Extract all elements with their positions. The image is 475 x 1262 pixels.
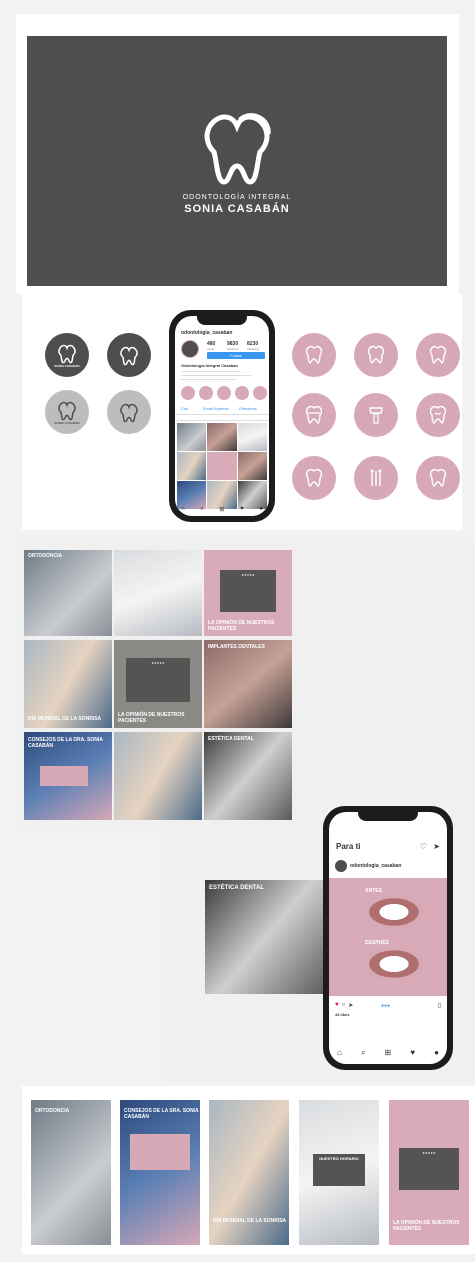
tooth-logo-icon: [58, 402, 76, 421]
home-icon[interactable]: ⌂: [337, 1048, 342, 1058]
carousel-dots: ●●●: [381, 1003, 391, 1009]
tooth-icon: [429, 345, 447, 364]
tooth-icon: [305, 468, 323, 487]
logo-name: SONIA CASABÁN: [184, 202, 290, 215]
tooth-icon: [305, 345, 323, 364]
display-name: Odontología Integral Casabán: [181, 363, 238, 368]
feed-side-post[interactable]: ESTÉTICA DENTAL: [205, 880, 327, 994]
review-card: ★★★★★: [126, 658, 190, 702]
highlight-circle[interactable]: [235, 386, 249, 400]
tooth-logo-icon: [120, 346, 138, 366]
before-image: [365, 896, 423, 928]
story-consejos[interactable]: CONSEJOS DE LA SRA. SONIA CASABÁN: [120, 1100, 200, 1245]
story-horario[interactable]: NUESTRO HORARIO: [299, 1100, 379, 1245]
logo-subtitle: ODONTOLOGÍA INTEGRAL: [182, 193, 292, 201]
add-icon[interactable]: ⊞: [385, 1048, 392, 1058]
highlight-circle[interactable]: [253, 386, 267, 400]
review-card: ★★★★★: [220, 570, 276, 612]
logo-circle-dark: [107, 333, 151, 377]
heart-icon[interactable]: ♡: [420, 842, 427, 851]
tools-circle: [354, 456, 398, 500]
tooth-icon: [429, 468, 447, 487]
story-ortodoncia[interactable]: ORTODONCIA: [31, 1100, 111, 1245]
tooth-logo-icon: [192, 108, 282, 188]
after-image: [365, 948, 423, 980]
grid-tile-opinion-2[interactable]: ★★★★★ LA OPINIÓN DE NUESTROS PACIENTES: [114, 640, 202, 728]
para-ti-title[interactable]: Para ti: [336, 842, 360, 851]
implant-icon: [369, 407, 383, 424]
profile-phone: odontologia_casaban 480 9830 8230 posts …: [169, 310, 275, 522]
tooth-logo-icon: [120, 403, 138, 423]
send-icon[interactable]: ➤: [433, 842, 440, 851]
logo-circle-dark-text: SONIA CASABÁN: [45, 333, 89, 377]
highlight-circle[interactable]: [181, 386, 195, 400]
post-username[interactable]: odontologia_casaban: [350, 863, 401, 869]
tools-icon: [370, 469, 382, 486]
bookmark-icon[interactable]: ▯: [438, 1002, 441, 1009]
call-button[interactable]: Call: [181, 406, 188, 411]
tooth-icon: [367, 345, 385, 364]
tooth-circle: [354, 333, 398, 377]
tooth-plain-circle-2: [416, 456, 460, 500]
highlight-circle[interactable]: [217, 386, 231, 400]
tooth-plain-circle: [292, 456, 336, 500]
grid-tile-ortodoncia[interactable]: ORTODONCIA: [24, 550, 112, 636]
schedule-card: NUESTRO HORARIO: [313, 1154, 365, 1186]
profile-bottom-nav: ⌂ ⌕ ⊞ ♥ ●: [181, 506, 263, 514]
directions-button[interactable]: Directions: [239, 406, 257, 411]
tooth-broken-circle: [292, 333, 336, 377]
feed-bottom-nav: ⌂ ⌕ ⊞ ♥ ●: [337, 1048, 439, 1058]
profile-tabs[interactable]: [175, 414, 269, 421]
grid-tile-opinion[interactable]: ★★★★★ LA OPINIÓN DE NUESTROS PACIENTES: [204, 550, 292, 636]
antes-label: ANTES: [365, 888, 382, 894]
logo-circle-grey: [107, 390, 151, 434]
like-icon[interactable]: ♥: [335, 1002, 339, 1009]
review-card: ★★★★★: [399, 1148, 459, 1190]
before-after-post[interactable]: ANTES DESPUÉS: [329, 878, 447, 996]
follow-button[interactable]: Follow: [207, 352, 265, 359]
tip-card: [40, 766, 88, 786]
story-opinion[interactable]: ★★★★★ LA OPINIÓN DE NUESTROS PACIENTES: [389, 1100, 469, 1245]
grid-tile-consejos[interactable]: CONSEJOS DE LA DRA. SONIA CASABÁN: [24, 732, 112, 820]
grid-tile-clinic[interactable]: [114, 550, 202, 636]
comment-icon[interactable]: ○: [342, 1002, 346, 1009]
despues-label: DESPUÉS: [365, 940, 389, 946]
smile-tooth-circle: [416, 393, 460, 437]
highlight-circle[interactable]: [199, 386, 213, 400]
grid-tile-estetica[interactable]: ESTÉTICA DENTAL: [204, 732, 292, 820]
avatar: [181, 340, 199, 358]
logo-circle-grey-text: SONIA CASABÁN: [45, 390, 89, 434]
implant-circle: [354, 393, 398, 437]
profile-icon[interactable]: ●: [259, 506, 263, 514]
profile-username: odontologia_casaban: [181, 330, 233, 336]
braces-icon: [305, 405, 323, 424]
profile-grid: [177, 423, 267, 509]
tooth-logo-icon: [58, 345, 76, 364]
add-icon[interactable]: ⊞: [219, 506, 224, 514]
likes-count: 44 likes: [335, 1012, 350, 1017]
tip-card: [130, 1134, 190, 1170]
profile-icon[interactable]: ●: [434, 1048, 439, 1058]
send-icon[interactable]: ➤: [348, 1002, 353, 1009]
email-button[interactable]: Email Address: [203, 406, 229, 411]
tooth-cleaning-circle: [416, 333, 460, 377]
home-icon[interactable]: ⌂: [181, 506, 185, 514]
highlights-row: [181, 386, 267, 400]
smile-tooth-icon: [429, 405, 447, 424]
grid-tile-sonrisa[interactable]: DÍA MUNDIAL DE LA SONRISA: [24, 640, 112, 728]
heart-icon[interactable]: ♥: [410, 1048, 415, 1058]
feed-phone: Para ti ♡ ➤ odontologia_casaban ANTES DE…: [323, 806, 453, 1070]
logo-panel: ODONTOLOGÍA INTEGRAL SONIA CASABÁN: [27, 36, 447, 286]
search-icon[interactable]: ⌕: [200, 506, 203, 514]
post-avatar[interactable]: [335, 860, 347, 872]
search-icon[interactable]: ⌕: [361, 1048, 365, 1058]
braces-circle: [292, 393, 336, 437]
heart-icon[interactable]: ♥: [240, 506, 244, 514]
post-actions: ♥ ○ ➤: [335, 1002, 353, 1009]
grid-tile-implantes[interactable]: IMPLANTES DENTALES: [204, 640, 292, 728]
story-sonrisa[interactable]: DÍA MUNDIAL DE LA SONRISA: [209, 1100, 289, 1245]
grid-tile-patient[interactable]: [114, 732, 202, 820]
bio-text: [181, 369, 259, 383]
